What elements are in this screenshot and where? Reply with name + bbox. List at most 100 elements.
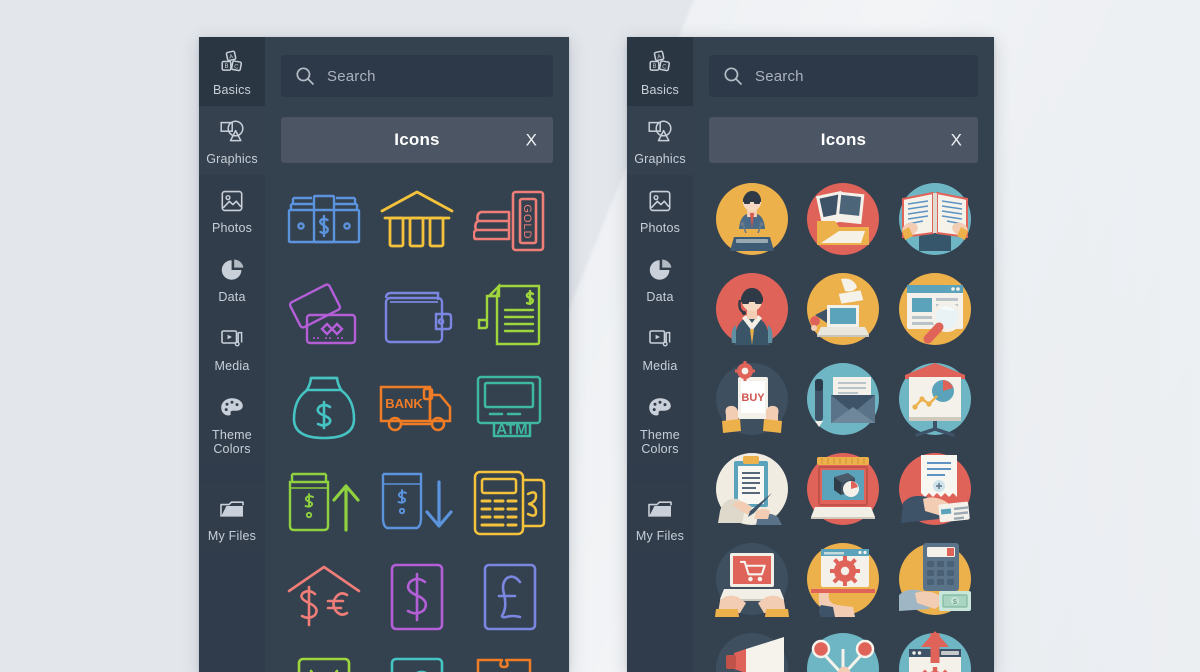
sidebar-item-media[interactable]: Media [199, 313, 265, 382]
asset-network-nodes-touch[interactable] [801, 627, 887, 672]
asset-invoice-dollar[interactable] [466, 273, 553, 357]
grid-header-right: Icons X [709, 117, 978, 163]
asset-presentation-chart[interactable] [892, 357, 978, 441]
asset-email-envelope-pen[interactable] [801, 357, 887, 441]
asset-euro-note[interactable] [374, 649, 461, 672]
asset-photos-folder[interactable] [801, 177, 887, 261]
search-input[interactable]: Search [327, 68, 376, 85]
asset-speaker-podium[interactable] [709, 177, 795, 261]
screen-root: A B C Basics Graphics Photos Data Media … [0, 0, 1200, 672]
search-icon [723, 66, 743, 86]
sidebar-item-data[interactable]: Data [627, 244, 693, 313]
asset-website-search[interactable] [892, 267, 978, 351]
image-icon [647, 186, 673, 216]
palette-icon [647, 393, 673, 423]
asset-bank-truck[interactable]: BANK [374, 367, 461, 451]
search-bar[interactable]: Search [281, 55, 553, 97]
asset-pound-note[interactable] [466, 555, 553, 639]
asset-home-currency[interactable] [281, 555, 368, 639]
sidebar-item-basics[interactable]: A B C Basics [199, 37, 265, 106]
shapes-icon [218, 117, 246, 147]
sidebar-item-media[interactable]: Media [627, 313, 693, 382]
sidebar-left: A B C Basics Graphics Photos Data Media … [199, 37, 265, 672]
asset-browser-seo-upload[interactable] [892, 627, 978, 672]
sidebar-item-label: Media [642, 359, 678, 373]
sidebar-item-theme-colors[interactable]: Theme Colors [627, 382, 693, 465]
asset-gold-bars[interactable]: GOLD [466, 179, 553, 263]
search-icon [295, 66, 315, 86]
search-bar[interactable]: Search [709, 55, 978, 97]
sidebar-item-my-files[interactable]: My Files [199, 483, 265, 552]
sidebar-item-label: Basics [640, 83, 680, 97]
shapes-icon [646, 117, 674, 147]
sidebar-item-data[interactable]: Data [199, 244, 265, 313]
close-icon[interactable]: X [526, 132, 537, 149]
svg-text:BANK: BANK [385, 396, 423, 411]
sidebar-item-label: Media [214, 359, 250, 373]
search-input[interactable]: Search [755, 68, 804, 85]
asset-cash-withdraw-down[interactable] [374, 461, 461, 545]
asset-dollar-note[interactable] [374, 555, 461, 639]
svg-text:$: $ [953, 599, 957, 606]
sidebar-item-label: Photos [211, 221, 253, 235]
sidebar-item-photos[interactable]: Photos [199, 175, 265, 244]
sidebar-item-basics[interactable]: A B C Basics [627, 37, 693, 106]
pie-chart-icon [219, 255, 245, 285]
grid-header-left: Icons X [281, 117, 553, 163]
abc-blocks-icon: A B C [647, 48, 673, 78]
asset-bank-building[interactable] [374, 179, 461, 263]
asset-calculator-cash-hand[interactable]: $ [892, 537, 978, 621]
upload-folder-icon [646, 494, 674, 524]
asset-reading-book[interactable] [892, 177, 978, 261]
asset-grid-right: BUY $ [709, 177, 978, 672]
close-icon[interactable]: X [951, 132, 962, 149]
asset-browser-settings-hand[interactable] [801, 537, 887, 621]
asset-laptop-workspace[interactable] [801, 267, 887, 351]
asset-buy-tablet-settings[interactable]: BUY [709, 357, 795, 441]
pie-chart-icon [647, 255, 673, 285]
asset-calculator[interactable] [466, 461, 553, 545]
sidebar-item-theme-colors[interactable]: Theme Colors [199, 382, 265, 465]
asset-3d-box-laptop[interactable] [801, 447, 887, 531]
sidebar-item-label: Theme Colors [640, 428, 680, 456]
asset-credit-card-receipt[interactable] [892, 447, 978, 531]
media-icon [219, 324, 245, 354]
sidebar-item-label: Photos [639, 221, 681, 235]
sidebar-item-label: Data [646, 290, 674, 304]
asset-clipboard-signing[interactable] [709, 447, 795, 531]
svg-text:B: B [652, 64, 656, 70]
asset-puzzle-dollar[interactable] [466, 649, 553, 672]
background-gradient-wedge [0, 0, 1200, 672]
asset-ecommerce-laptop-cart[interactable] [709, 537, 795, 621]
sidebar-item-photos[interactable]: Photos [627, 175, 693, 244]
panel-main-right: Search Icons X BUY $ [693, 37, 994, 672]
svg-text:GOLD: GOLD [521, 204, 533, 239]
sidebar-item-my-files[interactable]: My Files [627, 483, 693, 552]
image-icon [219, 186, 245, 216]
sidebar-item-label: Theme Colors [212, 428, 252, 456]
page-title: Icons [394, 130, 440, 149]
asset-megaphone-hand[interactable] [709, 627, 795, 672]
sidebar-item-label: Graphics [634, 152, 686, 166]
asset-cash-deposit-up[interactable] [281, 461, 368, 545]
asset-atm-machine[interactable]: ATM [466, 367, 553, 451]
asset-banknotes-stack[interactable] [281, 179, 368, 263]
abc-blocks-icon: A B C [219, 48, 245, 78]
svg-text:ATM: ATM [496, 421, 527, 438]
asset-wallet[interactable] [374, 273, 461, 357]
sidebar-item-label: Graphics [206, 152, 258, 166]
svg-text:B: B [224, 64, 228, 70]
page-title: Icons [820, 130, 867, 149]
asset-yen-note[interactable] [281, 649, 368, 672]
sidebar-item-label: My Files [207, 529, 257, 543]
sidebar-right: A B C Basics Graphics Photos Data Media … [627, 37, 693, 672]
sidebar-item-label: Data [218, 290, 246, 304]
asset-grid-left: GOLD BANK ATM [281, 179, 553, 672]
svg-text:A: A [229, 54, 234, 61]
asset-support-agent[interactable] [709, 267, 795, 351]
asset-money-bag[interactable] [281, 367, 368, 451]
sidebar-item-label: Basics [212, 83, 252, 97]
asset-credit-cards[interactable] [281, 273, 368, 357]
sidebar-item-graphics[interactable]: Graphics [627, 106, 693, 175]
sidebar-item-graphics[interactable]: Graphics [199, 106, 265, 175]
